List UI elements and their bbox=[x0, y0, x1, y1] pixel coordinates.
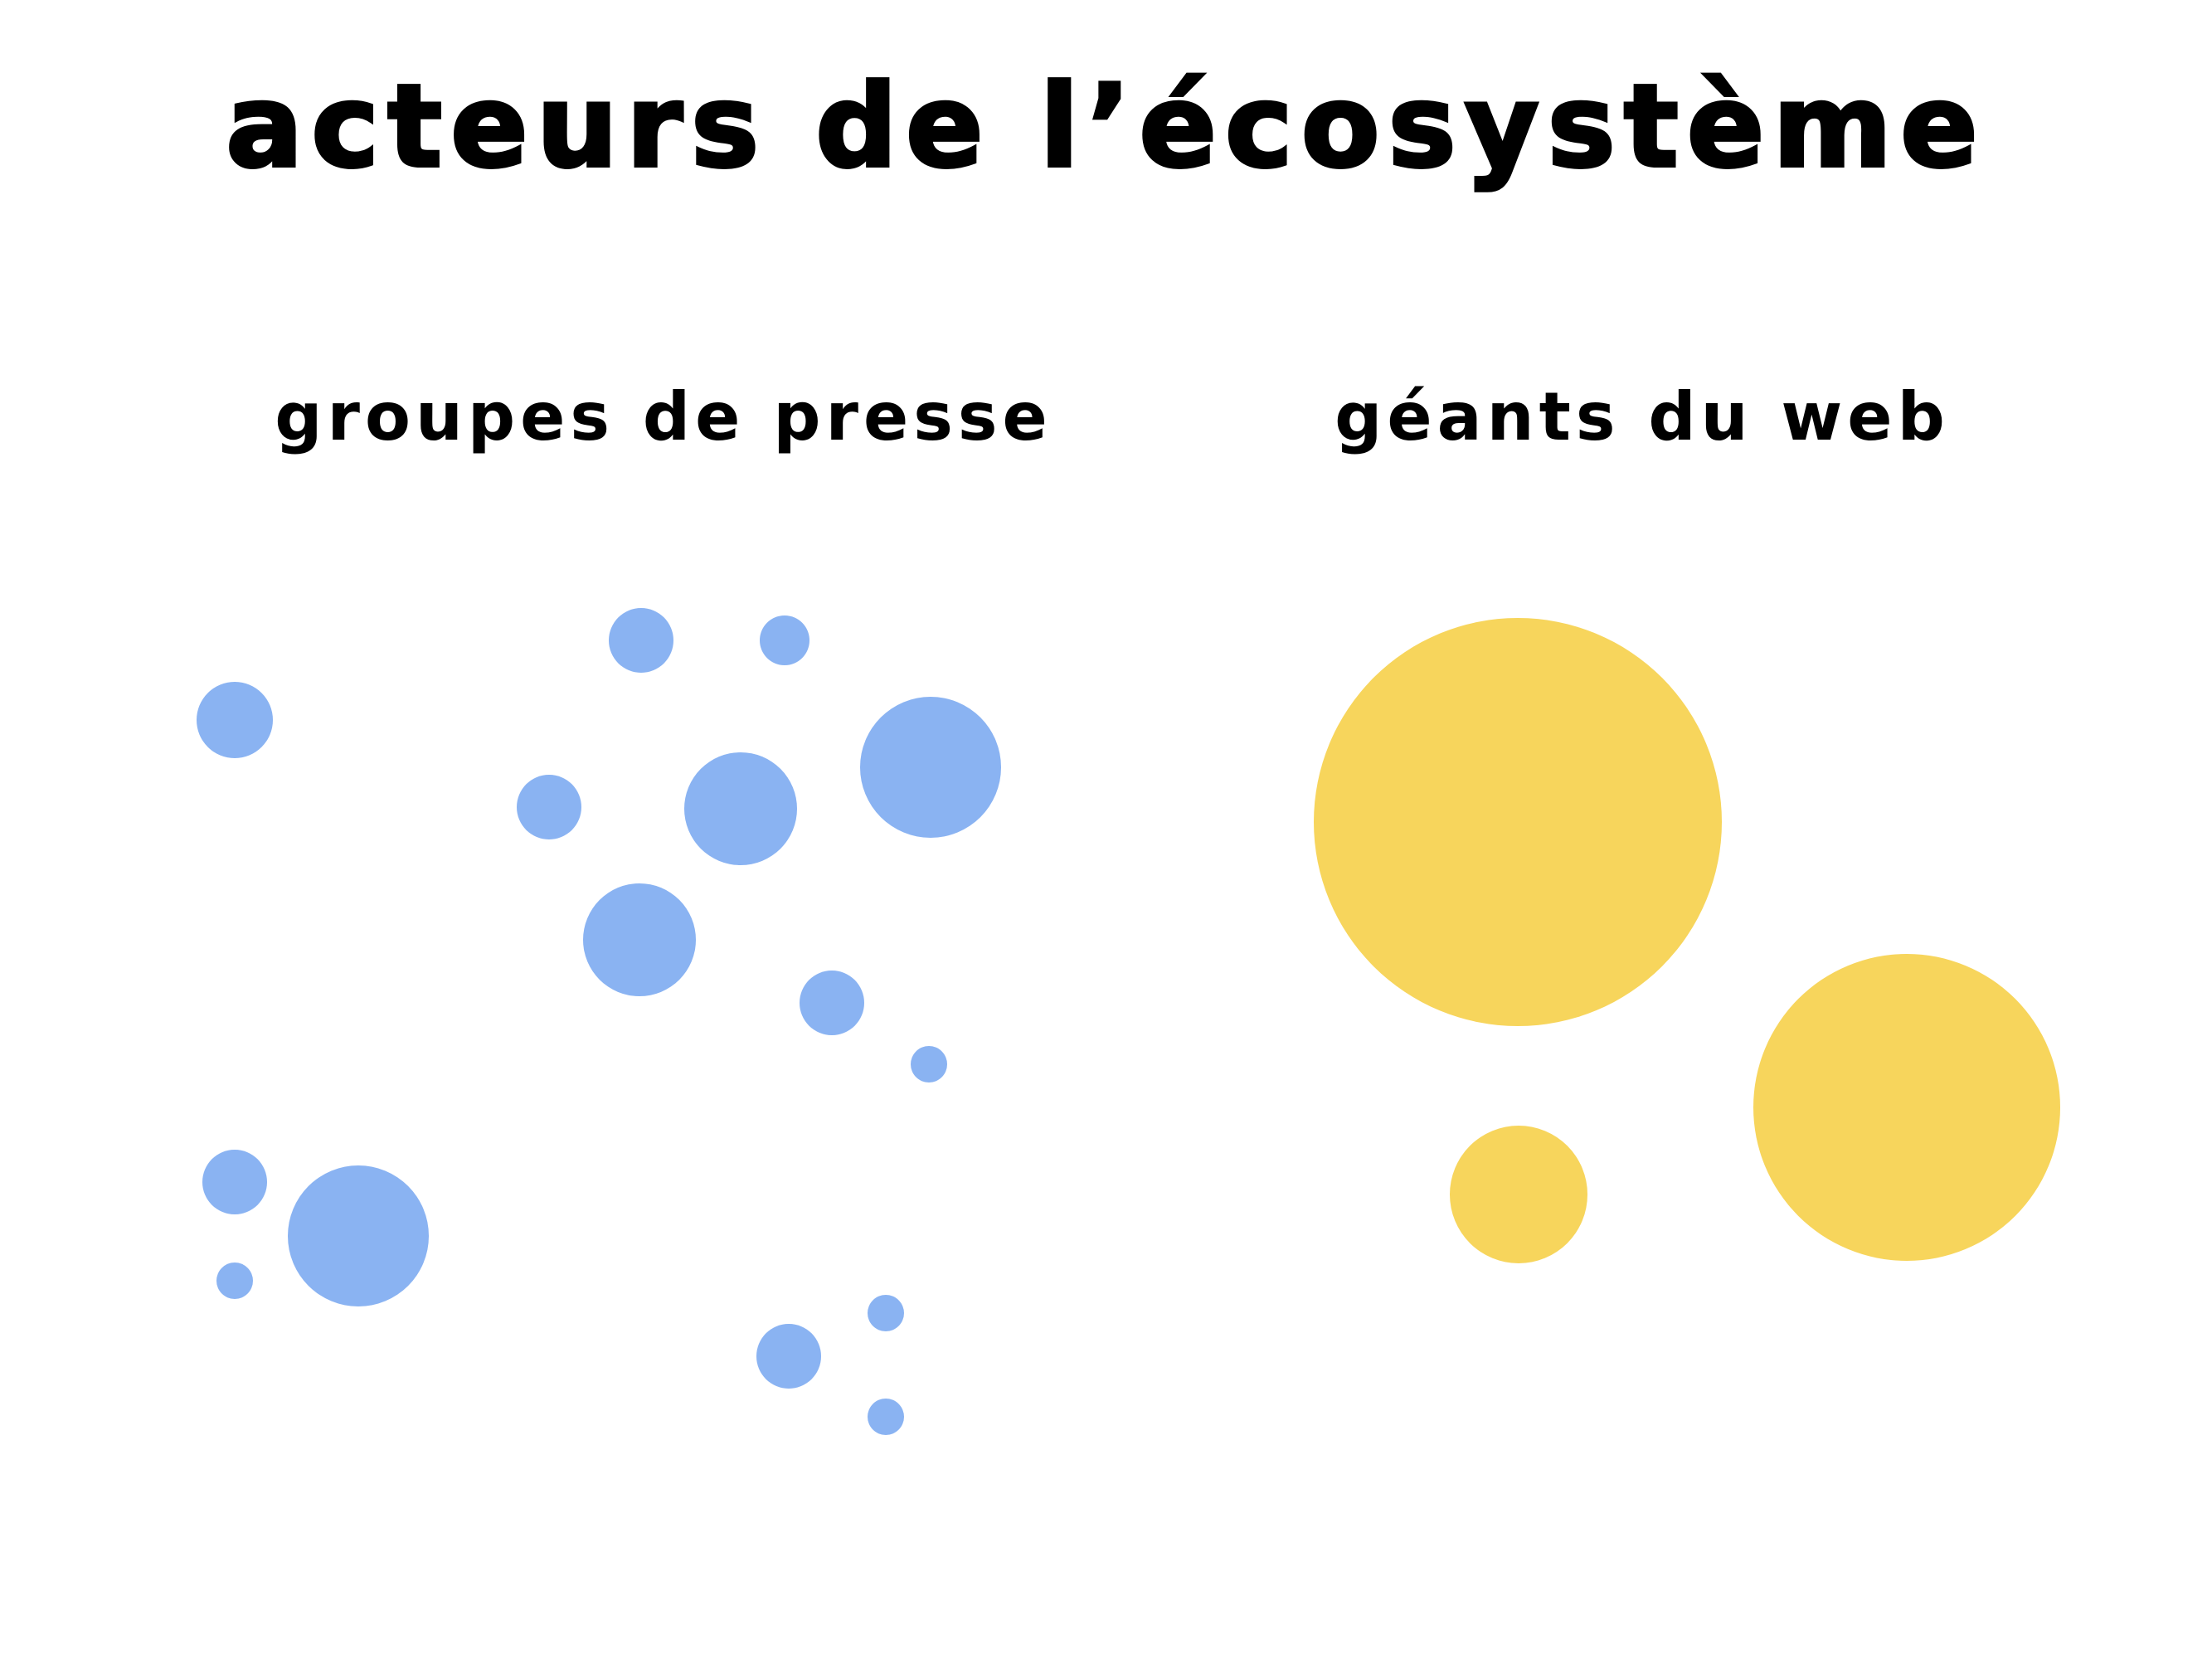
press-bubble bbox=[684, 752, 797, 865]
press-bubble bbox=[911, 1046, 947, 1082]
press-bubble bbox=[202, 1150, 267, 1214]
web-bubble bbox=[1450, 1126, 1587, 1263]
bubble-group-presse bbox=[197, 608, 1001, 1435]
web-bubble bbox=[1753, 954, 2060, 1261]
bubble-diagram bbox=[197, 608, 2060, 1435]
press-bubble bbox=[868, 1295, 904, 1331]
press-bubble bbox=[197, 682, 273, 758]
bubble-group-web bbox=[1314, 618, 2060, 1263]
press-bubble bbox=[609, 608, 673, 673]
press-bubble bbox=[756, 1324, 821, 1389]
press-bubble bbox=[583, 883, 696, 996]
web-bubble bbox=[1314, 618, 1722, 1026]
press-bubble bbox=[216, 1262, 253, 1299]
press-bubble bbox=[517, 775, 581, 839]
press-bubble bbox=[800, 971, 864, 1035]
press-bubble bbox=[868, 1399, 904, 1435]
press-bubble bbox=[860, 697, 1001, 838]
press-bubble bbox=[288, 1165, 429, 1306]
press-bubble bbox=[760, 615, 809, 665]
